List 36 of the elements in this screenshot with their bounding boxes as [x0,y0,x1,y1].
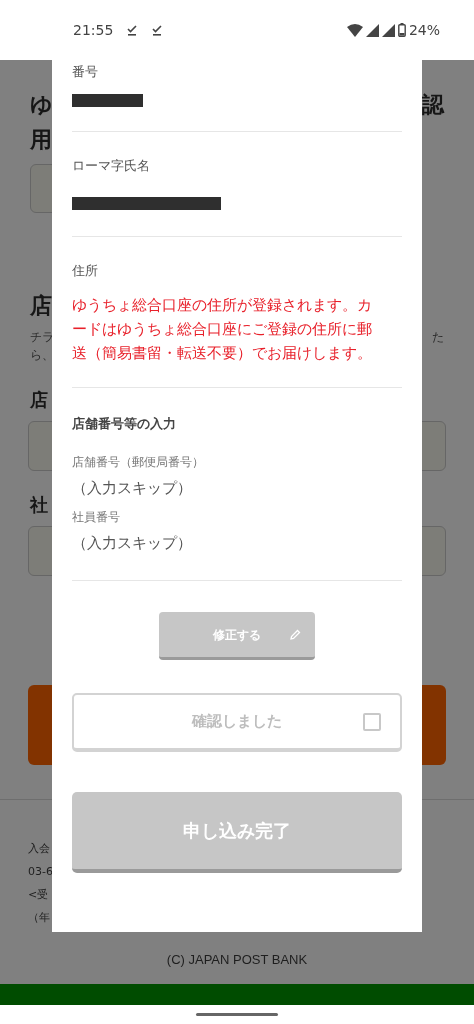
contact-text: <受 [28,887,49,903]
field-label: ローマ字氏名 [72,156,151,175]
copyright-text: (C) JAPAN POST BANK [166,951,308,969]
page-heading: 用 [30,127,52,152]
signal-icon [365,23,379,37]
contact-text: 入会 [28,841,50,857]
page-heading: ゆ [30,91,53,119]
field-label: 店舗番号（郵便局番号） [72,454,205,471]
download-done-icon [126,24,139,36]
note-text: た [432,329,444,346]
address-notice: ゆうちょ総合口座の住所が登録されます。カードはゆうちょ総合口座にご登録の住所に郵送（簡易書留・転送不要）でお届けします。 [72,294,373,364]
download-done-icon [151,24,164,36]
section-title: 店舗番号等の入力 [72,414,177,433]
page-heading: 認 [422,91,444,119]
confirm-checkbox-field[interactable]: 確認しました [72,693,402,752]
pencil-icon [290,629,301,640]
field-value: （入力スキップ） [72,532,193,554]
field-label: 店 [30,389,48,410]
checkbox[interactable] [363,712,381,731]
note-text: ら、 [30,348,54,362]
battery-icon [397,23,406,37]
section-heading: 店 [30,293,52,318]
note-text: チラ [30,329,54,346]
contact-text: （年 [28,910,50,926]
field-label: 社員番号 [72,508,121,526]
signal-icon [381,23,395,37]
field-value: （入力スキップ） [72,478,193,499]
wifi-icon [346,23,363,37]
battery-percent: 24% [408,20,440,40]
contact-text: 03-6 [28,864,53,880]
field-label: 番号 [72,63,99,81]
redacted-bar [72,93,143,107]
clock: 21:55 [73,20,114,40]
field-label: 社 [30,494,48,515]
field-label: 住所 [72,262,99,280]
home-indicator[interactable] [196,1013,278,1016]
